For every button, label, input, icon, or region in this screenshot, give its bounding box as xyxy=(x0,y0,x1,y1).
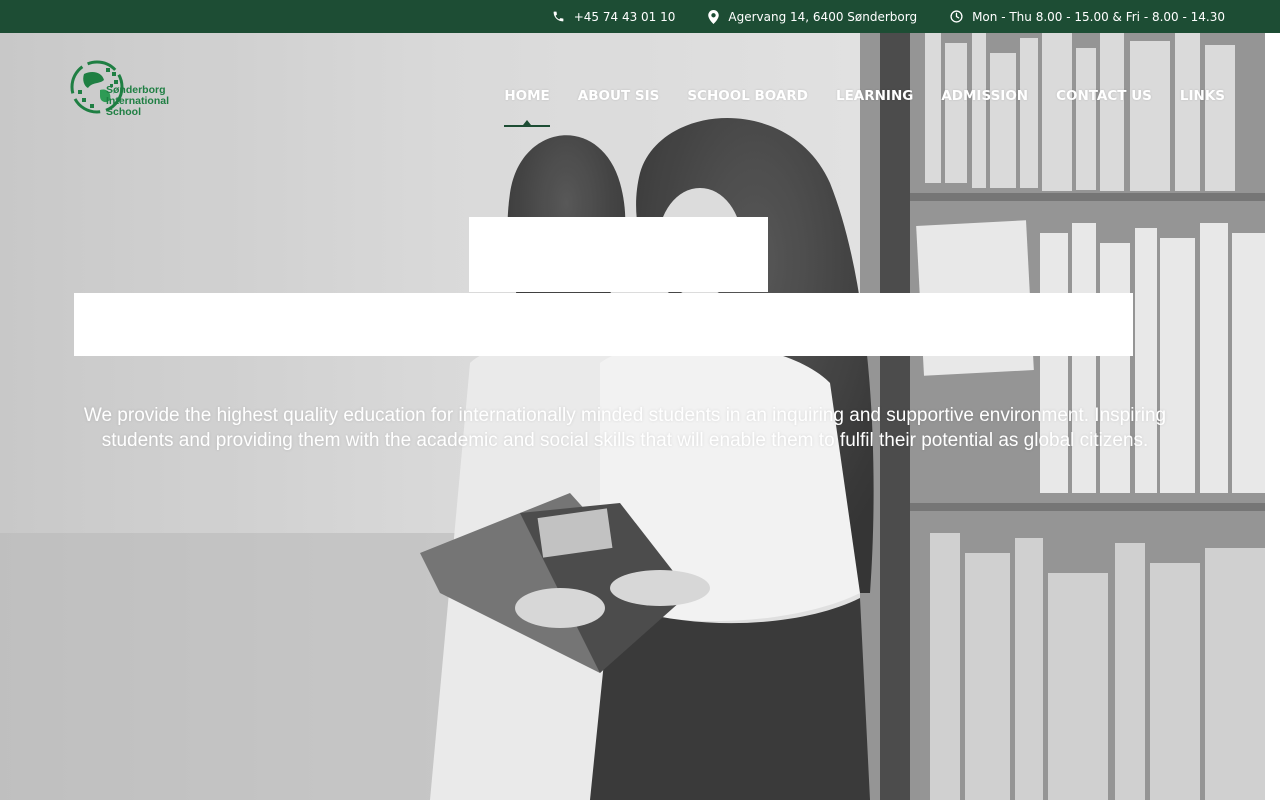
school-name-line-3: School xyxy=(106,106,142,118)
nav-item-school-board[interactable]: SCHOOL BOARD xyxy=(687,86,808,106)
hero-title-block xyxy=(74,293,1133,356)
school-name: Sønderborg International School xyxy=(106,85,169,118)
phone-icon xyxy=(552,10,565,23)
phone-text: +45 74 43 01 10 xyxy=(573,9,676,24)
address-text: Agervang 14, 6400 Sønderborg xyxy=(728,9,918,24)
top-info-bar: +45 74 43 01 10 Agervang 14, 6400 Sønder… xyxy=(0,0,1280,33)
phone-info[interactable]: +45 74 43 01 10 xyxy=(552,9,676,24)
school-logo[interactable]: Sønderborg International School xyxy=(70,60,180,132)
main-navigation: HOME ABOUT SIS SCHOOL BOARD LEARNING ADM… xyxy=(504,86,1225,127)
map-marker-icon xyxy=(708,9,720,24)
nav-item-home[interactable]: HOME xyxy=(504,86,551,127)
nav-item-learning[interactable]: LEARNING xyxy=(836,86,913,106)
hero-heading-block xyxy=(469,217,768,292)
nav-item-admission[interactable]: ADMISSION xyxy=(941,86,1028,106)
hours-info: Mon - Thu 8.00 - 15.00 & Fri - 8.00 - 14… xyxy=(950,10,1225,24)
hours-text: Mon - Thu 8.00 - 15.00 & Fri - 8.00 - 14… xyxy=(972,9,1225,24)
nav-item-contact-us[interactable]: CONTACT US xyxy=(1056,86,1152,106)
page-edge xyxy=(1265,33,1280,800)
nav-item-about-sis[interactable]: ABOUT SIS xyxy=(578,86,660,106)
address-info[interactable]: Agervang 14, 6400 Sønderborg xyxy=(708,9,918,24)
nav-item-links[interactable]: LINKS xyxy=(1180,86,1225,106)
hero-tagline: We provide the highest quality education… xyxy=(83,405,1167,451)
clock-icon xyxy=(950,10,963,23)
